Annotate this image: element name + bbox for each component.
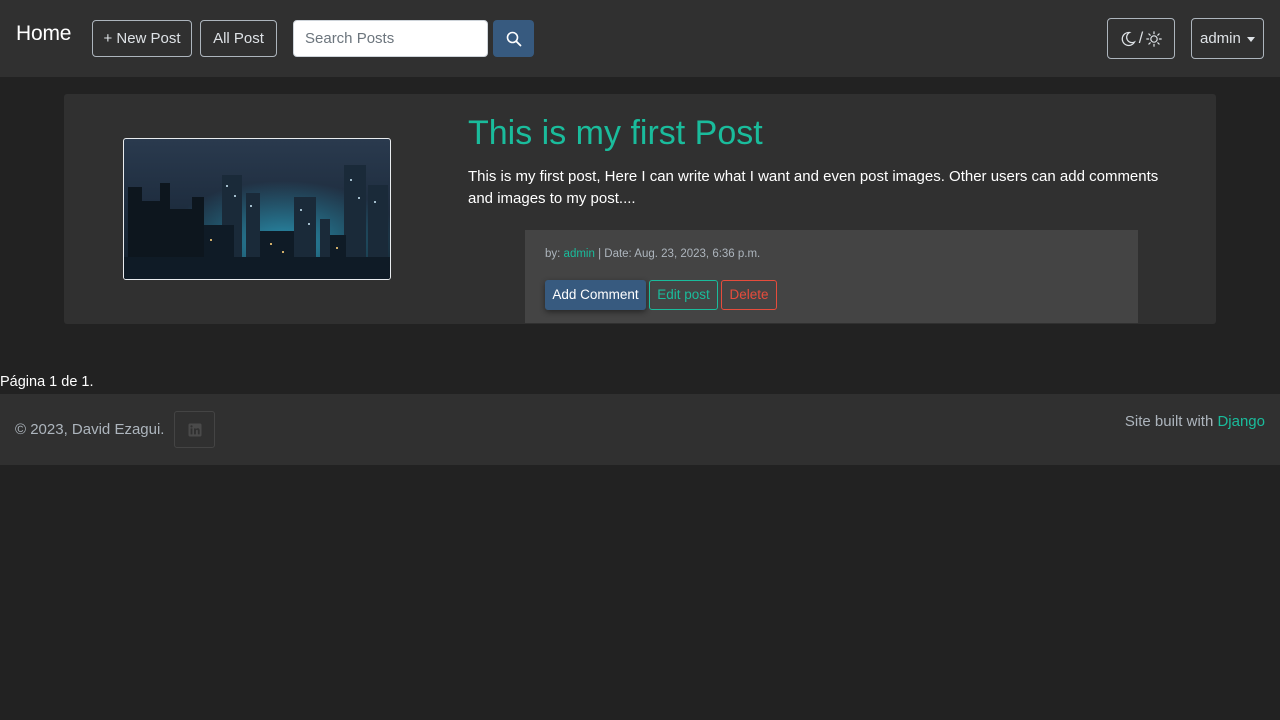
caret-down-icon [1247, 37, 1255, 42]
add-comment-button[interactable]: Add Comment [545, 280, 646, 310]
meta-by-label: by: [545, 248, 561, 260]
post-card: This is my first Post This is my first p… [64, 94, 1216, 324]
theme-separator: / [1138, 29, 1144, 47]
top-navbar: Home + New Post All Post / admin [0, 0, 1280, 77]
copyright-text: © 2023, David Ezagui. [15, 421, 165, 438]
search-icon [506, 31, 521, 46]
search-input[interactable] [293, 20, 488, 57]
post-meta-box: by: admin | Date: Aug. 23, 2023, 6:36 p.… [525, 230, 1138, 323]
django-link[interactable]: Django [1217, 413, 1265, 430]
linkedin-icon [188, 423, 201, 436]
footer: © 2023, David Ezagui. Site built with Dj… [0, 394, 1280, 465]
linkedin-button[interactable] [174, 411, 215, 448]
user-name: admin [1200, 30, 1241, 47]
moon-icon [1121, 31, 1136, 46]
author-link[interactable]: admin [564, 248, 595, 260]
post-body: This is my first post, Here I can write … [468, 168, 1159, 207]
post-date: | Date: Aug. 23, 2023, 6:36 p.m. [598, 248, 761, 260]
user-menu-button[interactable]: admin [1191, 18, 1264, 59]
home-link[interactable]: Home [16, 22, 71, 46]
post-meta: by: admin | Date: Aug. 23, 2023, 6:36 p.… [545, 248, 760, 260]
search-button[interactable] [493, 20, 534, 57]
built-with-label: Site built with [1124, 413, 1214, 430]
theme-toggle-button[interactable]: / [1107, 18, 1175, 59]
all-post-button[interactable]: All Post [200, 20, 277, 57]
new-post-button[interactable]: + New Post [92, 20, 192, 57]
post-title[interactable]: This is my first Post [468, 114, 763, 153]
post-image[interactable] [123, 138, 391, 280]
edit-post-button[interactable]: Edit post [649, 280, 718, 310]
delete-button[interactable]: Delete [721, 280, 777, 310]
sun-icon [1146, 30, 1163, 47]
pagination-text: Página 1 de 1. [0, 374, 94, 390]
city-skyline-image [124, 139, 390, 279]
built-with-text: Site built with Django [1125, 413, 1265, 430]
